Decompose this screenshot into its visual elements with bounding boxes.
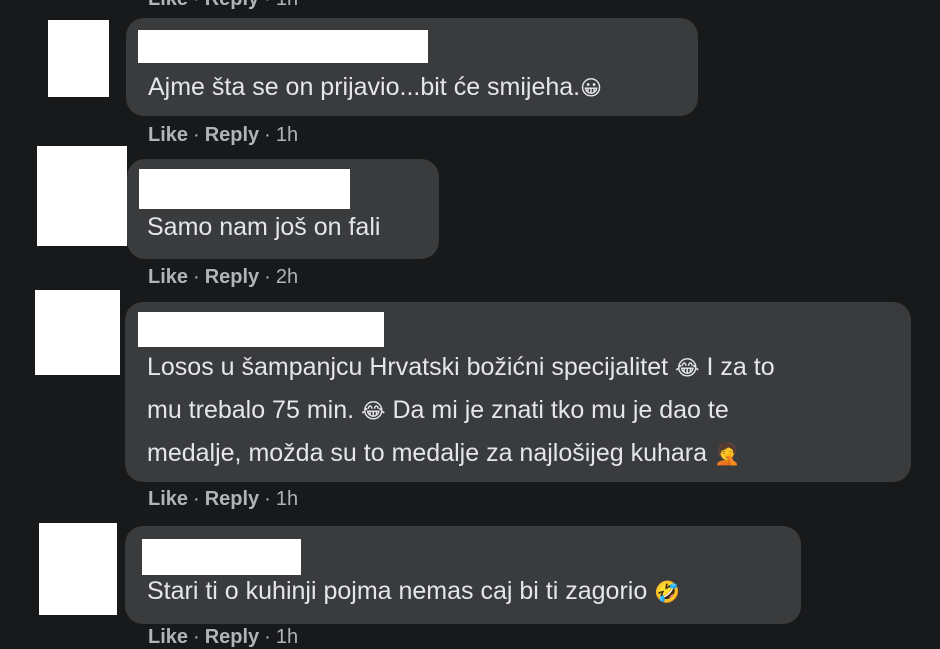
author-name-redacted[interactable]: [139, 169, 350, 209]
comment-bubble: Stari ti o kuhinji pojma nemas caj bi ti…: [125, 526, 801, 624]
avatar[interactable]: [35, 290, 120, 375]
comment-text: Stari ti o kuhinji pojma nemas caj bi ti…: [147, 577, 681, 605]
facepalm-icon: 🤦: [713, 442, 741, 466]
avatar[interactable]: [37, 146, 127, 246]
author-name-redacted[interactable]: [138, 30, 428, 63]
comments-page: { "actions": { "like_label": "Like", "re…: [0, 0, 940, 648]
comment-text: Losos u šampanjcu Hrvatski božićni speci…: [147, 353, 775, 467]
comment-bubble: Ajme šta se on prijavio...bit će smijeha…: [126, 18, 698, 116]
tears-of-joy-icon: 😂: [361, 399, 386, 423]
comment-actions-top-partial: Like·Reply·1h: [148, 0, 298, 11]
avatar[interactable]: [39, 523, 117, 615]
like-link[interactable]: Like: [148, 266, 188, 288]
reply-link[interactable]: Reply: [205, 0, 259, 10]
grinning-face-icon: 😀: [580, 76, 603, 100]
reply-link[interactable]: Reply: [205, 488, 259, 510]
like-link[interactable]: Like: [148, 124, 188, 146]
comment-actions: Like · Reply · 1h: [148, 124, 299, 146]
reply-link[interactable]: Reply: [205, 124, 259, 146]
like-link[interactable]: Like: [148, 626, 188, 648]
comment-time[interactable]: 1h: [276, 488, 298, 510]
author-name-redacted[interactable]: [138, 312, 384, 347]
reply-link[interactable]: Reply: [205, 266, 259, 288]
like-link[interactable]: Like: [148, 488, 188, 510]
comment-text: Samo nam još on fali: [147, 213, 381, 241]
comment-time[interactable]: 1h: [276, 124, 298, 146]
rolling-laughing-icon: 🤣: [654, 580, 681, 604]
like-link[interactable]: Like: [148, 0, 188, 10]
comment-bubble: Samo nam još on fali: [127, 159, 439, 259]
avatar[interactable]: [48, 20, 109, 97]
comment-text: Ajme šta se on prijavio...bit će smijeha…: [148, 73, 603, 101]
comment-bubble: Losos u šampanjcu Hrvatski božićni speci…: [125, 302, 911, 482]
comment-actions: Like · Reply · 2h: [148, 266, 299, 288]
reply-link[interactable]: Reply: [205, 626, 259, 648]
tears-of-joy-icon: 😂: [675, 356, 700, 380]
comment-time[interactable]: 2h: [276, 266, 298, 288]
comment-actions: Like · Reply · 1h: [148, 488, 299, 510]
comment-time[interactable]: 1h: [276, 626, 298, 648]
